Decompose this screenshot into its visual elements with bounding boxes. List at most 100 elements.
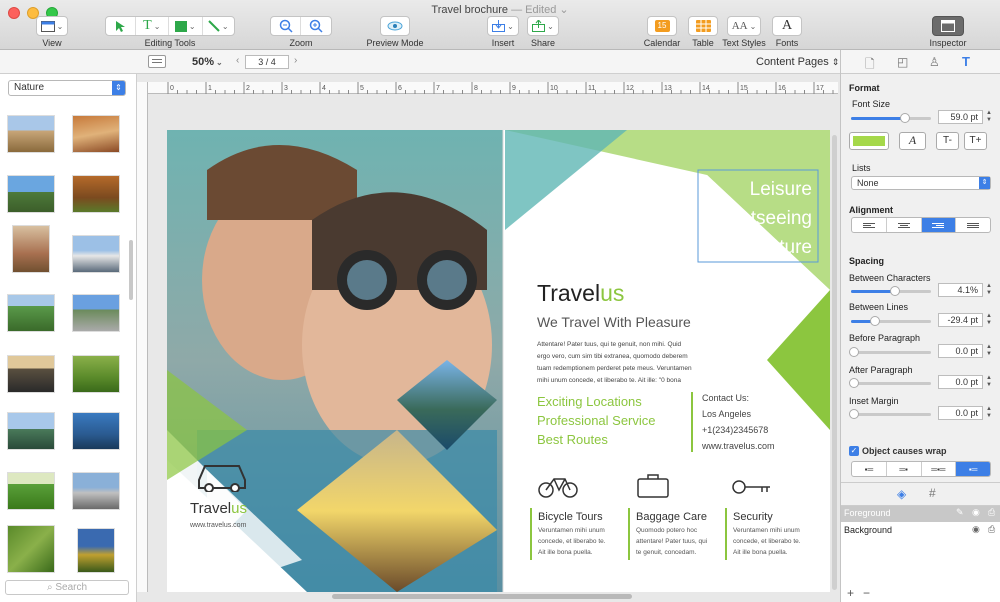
after-paragraph-slider[interactable] <box>849 378 931 388</box>
wrap-around-button[interactable]: ═▪═ <box>922 462 957 476</box>
view-button[interactable]: ⌄ <box>36 16 68 36</box>
zoom-group <box>270 16 332 36</box>
font-size-slider[interactable] <box>851 113 931 123</box>
print-icon[interactable]: ⎙ <box>988 524 995 535</box>
font-size-stepper[interactable]: ▲ ▼ <box>985 110 993 124</box>
align-left-button[interactable] <box>852 218 887 232</box>
after-paragraph-stepper[interactable]: ▲ ▼ <box>985 375 993 389</box>
table-button[interactable] <box>688 16 718 36</box>
zoom-out-button[interactable] <box>271 17 302 35</box>
wrap-inline-button[interactable]: ▪═ <box>956 462 990 476</box>
font-size-field[interactable]: 59.0 pt <box>938 110 983 124</box>
tab-layers[interactable]: ◈ <box>897 487 906 501</box>
align-justify-button[interactable] <box>956 218 990 232</box>
zoom-in-button[interactable] <box>301 17 331 35</box>
line-tool[interactable]: ⌄ <box>203 17 235 35</box>
inspector-button[interactable] <box>932 16 964 36</box>
between-characters-stepper[interactable]: ▲ ▼ <box>985 283 993 297</box>
tab-wrap[interactable]: ♙ <box>929 55 940 69</box>
thumbnail-image[interactable] <box>72 355 120 393</box>
wrap-left-button[interactable]: ▪═ <box>852 462 887 476</box>
thumbnail-image[interactable] <box>72 115 120 153</box>
thumbnail-image[interactable] <box>7 115 55 153</box>
horizontal-ruler[interactable]: 0 1 2 3 4 5 6 7 8 9 10 11 12 13 14 15 16 17 <box>148 82 838 94</box>
tab-document[interactable]: 🗋 <box>865 55 875 76</box>
thumbnail-image[interactable] <box>72 294 120 332</box>
after-paragraph-field[interactable]: 0.0 pt <box>938 375 983 389</box>
thumbnail-image[interactable] <box>7 412 55 450</box>
text-tool[interactable]: T ⌄ <box>136 17 170 35</box>
thumbnail-image[interactable] <box>7 472 55 510</box>
object-wrap-checkbox[interactable]: ✓ <box>849 446 859 456</box>
remove-layer-button[interactable]: − <box>863 586 870 600</box>
inset-margin-field[interactable]: 0.0 pt <box>938 406 983 420</box>
thumbnail-image[interactable] <box>72 235 120 273</box>
wrap-right-button[interactable]: ═▪ <box>887 462 922 476</box>
before-paragraph-slider[interactable] <box>849 347 931 357</box>
align-justify-icon <box>967 222 980 229</box>
font-style-button[interactable]: A <box>899 132 926 150</box>
select-arrows-icon: ⇕ <box>112 81 125 95</box>
thumbnail-image[interactable] <box>7 355 55 393</box>
lists-select[interactable]: None ⇕ <box>851 176 991 190</box>
before-paragraph-stepper[interactable]: ▲ ▼ <box>985 344 993 358</box>
edit-icon[interactable]: ✎ <box>956 507 964 518</box>
media-search-input[interactable]: ⌕ Search <box>5 580 129 595</box>
previous-page-button[interactable]: ‹ <box>236 55 239 66</box>
align-right-button[interactable] <box>921 218 957 232</box>
media-scrollbar[interactable] <box>129 240 133 300</box>
thumbnail-image[interactable] <box>72 175 120 213</box>
tab-grid[interactable]: # <box>929 486 936 500</box>
vertical-ruler[interactable] <box>137 82 148 592</box>
thumbnail-image[interactable] <box>12 225 50 273</box>
zoom-level-select[interactable]: 50% ⌄ <box>192 56 223 68</box>
tab-text[interactable]: T <box>962 54 970 69</box>
editing-tools-label: Editing Tools <box>144 38 196 48</box>
between-lines-slider[interactable] <box>851 316 931 326</box>
increase-font-button[interactable]: T+ <box>964 132 987 150</box>
fonts-button[interactable]: A <box>772 16 802 36</box>
vertical-scrollbar[interactable] <box>832 135 837 590</box>
thumbnail-image[interactable] <box>72 472 120 510</box>
page-thumbnails-button[interactable] <box>148 55 166 68</box>
between-lines-label: Between Lines <box>849 302 909 312</box>
between-lines-stepper[interactable]: ▲ ▼ <box>985 313 993 327</box>
before-paragraph-field[interactable]: 0.0 pt <box>938 344 983 358</box>
content-pages-select[interactable]: Content Pages ⇕ <box>756 56 839 68</box>
visibility-icon[interactable]: ◉ <box>972 524 980 535</box>
tab-layout[interactable]: ◰ <box>897 55 908 69</box>
headline-text-box[interactable]: Leisure Sightseeing Adventure <box>702 175 812 262</box>
next-page-button[interactable]: › <box>294 55 297 66</box>
layer-row-foreground[interactable]: Foreground ✎ ◉ ⎙ <box>841 506 1000 522</box>
inset-margin-slider[interactable] <box>849 409 931 419</box>
add-layer-button[interactable]: + <box>847 586 854 600</box>
thumbnail-image[interactable] <box>77 528 115 573</box>
insert-button[interactable]: ⌄ <box>487 16 519 36</box>
contact-block: Contact Us: Los Angeles +1(234)2345678 www.… <box>702 393 775 451</box>
between-lines-field[interactable]: -29.4 pt <box>938 313 983 327</box>
page-number-field[interactable]: 3 / 4 <box>245 55 289 69</box>
visibility-icon[interactable]: ◉ <box>972 507 980 518</box>
horizontal-scrollbar[interactable] <box>332 594 632 599</box>
inset-margin-stepper[interactable]: ▲ ▼ <box>985 406 993 420</box>
thumbnail-image[interactable] <box>7 525 55 573</box>
text-color-well[interactable] <box>849 132 889 150</box>
calendar-button[interactable]: 15 <box>647 16 677 36</box>
share-button[interactable]: ⌄ <box>527 16 559 36</box>
text-styles-button[interactable]: AA ⌄ <box>727 16 761 36</box>
shape-tool[interactable]: ⌄ <box>169 17 203 35</box>
thumbnail-image[interactable] <box>72 412 120 450</box>
select-tool[interactable] <box>106 17 136 35</box>
print-icon[interactable]: ⎙ <box>988 507 995 518</box>
layer-row-background[interactable]: Background ◉ ⎙ <box>841 523 1000 539</box>
document-bar: 50% ⌄ ‹ 3 / 4 › Content Pages ⇕ <box>0 50 840 74</box>
align-center-button[interactable] <box>887 218 922 232</box>
thumbnail-image[interactable] <box>7 175 55 213</box>
thumbnail-image[interactable] <box>7 294 55 332</box>
preview-mode-button[interactable] <box>380 16 410 36</box>
brochure-page[interactable]: Travelus www.travelus.com Leisure Sights… <box>167 130 830 592</box>
category-select[interactable]: Nature ⇕ <box>8 80 126 96</box>
between-characters-field[interactable]: 4.1% <box>938 283 983 297</box>
between-characters-slider[interactable] <box>851 286 931 296</box>
decrease-font-button[interactable]: T- <box>936 132 959 150</box>
